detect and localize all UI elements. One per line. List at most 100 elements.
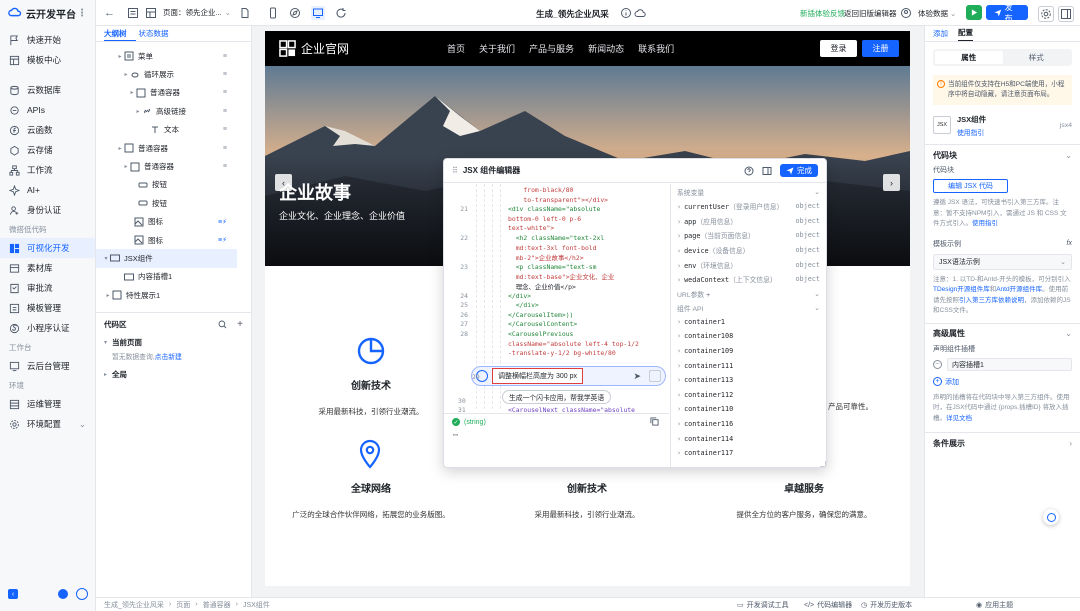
nav-env-config[interactable]: 环境配置 ⌄ (0, 414, 95, 434)
code-editor-button[interactable]: </> 代码编辑器 (804, 600, 852, 610)
tab-config[interactable]: 配置 (958, 27, 973, 41)
assistant-icon[interactable] (76, 588, 88, 600)
third-party-link[interactable]: 引入第三方库依赖说明 (959, 297, 1024, 304)
advanced-section[interactable]: 高级属性 ⌄ (925, 324, 1080, 344)
tree-node-icon[interactable]: 图标 ≡⚡ (96, 231, 251, 249)
handle-icon[interactable]: ≡ (223, 53, 227, 60)
carousel-prev-button[interactable]: ‹ (275, 174, 292, 191)
tree-node-menu[interactable]: ▸ 菜单 ≡ (96, 47, 251, 65)
caret-icon[interactable]: ▸ (116, 145, 124, 152)
bolt-icon[interactable]: ≡⚡ (218, 236, 227, 244)
nav-workflow[interactable]: 工作流 (0, 160, 95, 180)
component-api-item[interactable]: › container109 (677, 344, 820, 359)
tree-node-slot[interactable]: 内容插槽1 (96, 268, 251, 286)
bolt-icon[interactable]: ≡⚡ (218, 218, 227, 226)
site-menu-news[interactable]: 新闻动态 (588, 42, 624, 55)
site-menu-about[interactable]: 关于我们 (479, 42, 515, 55)
data-select[interactable]: 体验数据 ⌄ (918, 8, 956, 19)
login-button[interactable]: 登录 (820, 40, 857, 57)
component-api-item[interactable]: › container108 (677, 329, 820, 344)
search-icon[interactable] (218, 320, 227, 329)
remove-icon[interactable]: – (933, 360, 942, 369)
system-var-item[interactable]: › wedaContext（上下文信息） object (677, 272, 820, 287)
cloud-sync-icon[interactable] (634, 7, 646, 19)
user-icon[interactable] (900, 7, 912, 19)
done-button[interactable]: 完成 (780, 164, 818, 177)
ai-prompt-text[interactable]: 调整横幅栏高度为 300 px (492, 368, 583, 384)
nav-approval[interactable]: 审批流 (0, 278, 95, 298)
copy-icon[interactable] (650, 417, 659, 426)
tree-node-button[interactable]: 按钮 (96, 194, 251, 212)
current-page-label[interactable]: 页面：领先企业... (163, 7, 222, 18)
nav-cloud-function[interactable]: 云函数 (0, 120, 95, 140)
handle-icon[interactable]: ≡ (223, 145, 227, 152)
tree-node-container[interactable]: ▸ 普通容器 ≡ (96, 139, 251, 157)
chevron-down-icon[interactable]: ⌄ (225, 9, 231, 17)
segment-props[interactable]: 属性 (935, 51, 1003, 64)
antd-link[interactable]: Antd开源组件库 (996, 286, 1042, 293)
tab-add[interactable]: 添加 (933, 28, 948, 39)
more-icon[interactable]: ⋮ (77, 8, 87, 19)
nav-cloud-storage[interactable]: 云存储 (0, 140, 95, 160)
add-icon[interactable]: + (706, 292, 710, 299)
tree-node-text[interactable]: 文本 ≡ (96, 121, 251, 139)
brand[interactable]: 云开发平台 ⋮ (0, 0, 95, 26)
tree-node-button[interactable]: 按钮 (96, 176, 251, 194)
preview-button[interactable] (966, 5, 982, 20)
component-api-item[interactable]: › container111 (677, 358, 820, 373)
system-var-item[interactable]: › app（应用信息） object (677, 214, 820, 229)
system-var-item[interactable]: › env（环境信息） object (677, 257, 820, 272)
nav-ai[interactable]: AI+ (0, 180, 95, 200)
tree-node-container[interactable]: ▸ 普通容器 ≡ (96, 157, 251, 175)
settings-button[interactable] (1038, 6, 1054, 22)
assistant-float-button[interactable] (1043, 509, 1059, 525)
collapse-icon[interactable]: ‹ (8, 589, 18, 599)
breadcrumb-item[interactable]: 普通容器 (203, 600, 231, 610)
handle-icon[interactable]: ≡ (223, 89, 227, 96)
caret-icon[interactable]: ▸ (104, 292, 112, 299)
ai-suggestion-chip[interactable]: 生成一个闪卡应用，帮我学英语 (502, 390, 612, 404)
history-button[interactable]: ◷ 开发历史版本 (861, 600, 912, 610)
carousel-next-button[interactable]: › (883, 174, 900, 191)
handle-icon[interactable]: ≡ (223, 108, 227, 115)
usage-guide-link[interactable]: 使用指引 (972, 220, 998, 227)
current-page-node[interactable]: ▾ 当前页面 (96, 333, 251, 351)
app-theme-button[interactable]: ◉ 应用主题 (976, 600, 1013, 610)
url-params-header[interactable]: URL参数 + ⌄ (677, 287, 820, 301)
create-query-link[interactable]: 点击新建 (155, 354, 182, 361)
system-vars-header[interactable]: 系统变量 ⌄ (677, 185, 820, 199)
handle-icon[interactable]: ≡ (223, 71, 227, 78)
tab-outline[interactable]: 大纲树 (104, 28, 127, 39)
component-api-item[interactable]: › container116 (677, 417, 820, 432)
nav-admin[interactable]: 云后台管理 (0, 356, 95, 376)
resize-handle[interactable] (820, 461, 826, 467)
tree-node-jsx[interactable]: ▾ JSX组件 (96, 249, 237, 268)
code-block-section[interactable]: 代码块 ⌄ (925, 145, 1080, 165)
breadcrumb-item[interactable]: JSX组件 (243, 600, 270, 610)
add-slot-button[interactable]: + 添加 (933, 377, 1072, 387)
debug-tools-button[interactable]: ▭ 开发调试工具 (737, 600, 789, 610)
tree-node-container[interactable]: ▸ 普通容器 ≡ (96, 84, 251, 102)
nav-database[interactable]: 云数据库 (0, 80, 95, 100)
nav-template-manage[interactable]: 模板管理 (0, 298, 95, 318)
nav-assets[interactable]: 素材库 (0, 258, 95, 278)
handle-icon[interactable]: ≡ (223, 163, 227, 170)
condition-section[interactable]: 条件展示 › (925, 433, 1080, 453)
drag-handle-icon[interactable]: ⠿ (452, 166, 458, 175)
export-icon[interactable] (239, 7, 251, 19)
info-icon[interactable] (620, 7, 632, 19)
refresh-icon[interactable] (335, 7, 347, 19)
caret-icon[interactable]: ▸ (104, 371, 112, 378)
nav-ops[interactable]: 运维管理 (0, 394, 95, 414)
site-menu-products[interactable]: 产品与服务 (529, 42, 574, 55)
system-var-item[interactable]: › page（当前页面信息） object (677, 228, 820, 243)
component-api-header[interactable]: 组件 API ⌄ (677, 301, 820, 315)
system-var-item[interactable]: › currentUser（登录用户信息） object (677, 199, 820, 214)
add-icon[interactable]: + (237, 319, 243, 330)
feedback-link[interactable]: 新插体验反馈 (800, 8, 845, 19)
nav-quick-start[interactable]: 快速开始 (0, 30, 95, 50)
component-api-item[interactable]: › container114 (677, 431, 820, 446)
page-list-icon[interactable] (127, 7, 139, 19)
layout-icon[interactable] (145, 7, 157, 19)
caret-icon[interactable]: ▸ (122, 163, 130, 170)
